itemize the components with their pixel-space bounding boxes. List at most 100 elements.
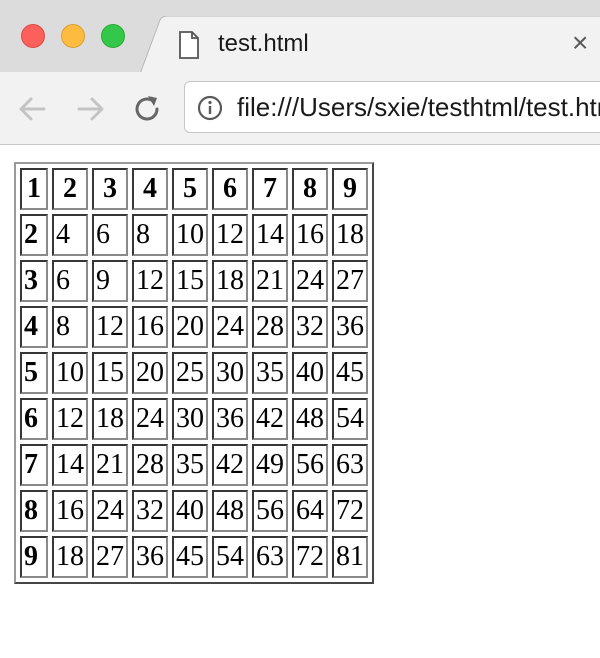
table-cell: 18	[212, 260, 248, 302]
table-cell: 20	[132, 352, 168, 394]
table-cell: 6	[52, 260, 88, 302]
table-cell: 48	[212, 490, 248, 532]
table-header-cell: 4	[20, 306, 48, 348]
table-header-cell: 5	[172, 168, 208, 210]
table-cell: 27	[92, 536, 128, 578]
table-cell: 45	[172, 536, 208, 578]
table-cell: 30	[172, 398, 208, 440]
table-cell: 16	[132, 306, 168, 348]
table-cell: 36	[332, 306, 368, 348]
table-cell: 30	[212, 352, 248, 394]
table-cell: 25	[172, 352, 208, 394]
table-cell: 48	[292, 398, 328, 440]
table-cell: 42	[252, 398, 288, 440]
table-header-cell: 9	[20, 536, 48, 578]
table-cell: 14	[252, 214, 288, 256]
table-cell: 10	[172, 214, 208, 256]
table-cell: 21	[92, 444, 128, 486]
table-header-cell: 3	[92, 168, 128, 210]
table-cell: 40	[172, 490, 208, 532]
table-cell: 32	[292, 306, 328, 348]
browser-toolbar: file:///Users/sxie/testhtml/test.html	[0, 72, 600, 145]
table-cell: 36	[212, 398, 248, 440]
table-cell: 12	[132, 260, 168, 302]
table-cell: 81	[332, 536, 368, 578]
multiplication-table: 1 2 3 4 5 6 7 8 9 2 4 6 8 10 12 14 16 18 3 6 9 12 15 18 21 24 27 4 8…	[14, 162, 374, 584]
table-row: 7 14 21 28 35 42 49 56 63	[20, 444, 368, 486]
table-header-cell: 7	[20, 444, 48, 486]
table-cell: 12	[52, 398, 88, 440]
address-bar[interactable]: file:///Users/sxie/testhtml/test.html	[184, 81, 600, 133]
table-row: 4 8 12 16 20 24 28 32 36	[20, 306, 368, 348]
table-cell: 24	[292, 260, 328, 302]
table-row: 123456789	[20, 168, 368, 210]
file-icon	[179, 31, 199, 59]
table-cell: 8	[52, 306, 88, 348]
table-cell: 54	[212, 536, 248, 578]
table-cell: 9	[92, 260, 128, 302]
table-row: 8 16 24 32 40 48 56 64 72	[20, 490, 368, 532]
table-header-cell: 7	[252, 168, 288, 210]
table-cell: 35	[252, 352, 288, 394]
table-cell: 42	[212, 444, 248, 486]
close-window-button[interactable]	[21, 24, 45, 48]
table-cell: 15	[92, 352, 128, 394]
table-cell: 18	[332, 214, 368, 256]
reload-icon[interactable]	[130, 92, 164, 126]
table-header-cell: 8	[20, 490, 48, 532]
table-cell: 4	[52, 214, 88, 256]
table-header-cell: 2	[52, 168, 88, 210]
table-cell: 56	[252, 490, 288, 532]
tab-title: test.html	[218, 30, 309, 57]
table-cell: 18	[92, 398, 128, 440]
table-cell: 54	[332, 398, 368, 440]
table-cell: 8	[132, 214, 168, 256]
table-row: 5 10 15 20 25 30 35 40 45	[20, 352, 368, 394]
table-cell: 12	[212, 214, 248, 256]
table-cell: 63	[332, 444, 368, 486]
minimize-window-button[interactable]	[61, 24, 85, 48]
table-cell: 10	[52, 352, 88, 394]
table-header-cell: 5	[20, 352, 48, 394]
table-cell: 18	[52, 536, 88, 578]
table-cell: 28	[132, 444, 168, 486]
table-cell: 24	[92, 490, 128, 532]
table-cell: 40	[292, 352, 328, 394]
table-cell: 35	[172, 444, 208, 486]
info-icon[interactable]	[197, 95, 223, 121]
table-cell: 72	[332, 490, 368, 532]
table-header-cell: 1	[20, 168, 48, 210]
table-header-cell: 4	[132, 168, 168, 210]
tab-shape	[140, 16, 600, 74]
table-cell: 63	[252, 536, 288, 578]
table-cell: 72	[292, 536, 328, 578]
table-cell: 36	[132, 536, 168, 578]
back-arrow-icon[interactable]	[16, 92, 50, 126]
table-row: 2 4 6 8 10 12 14 16 18	[20, 214, 368, 256]
url-text[interactable]: file:///Users/sxie/testhtml/test.html	[237, 92, 600, 122]
table-cell: 16	[52, 490, 88, 532]
table-row: 3 6 9 12 15 18 21 24 27	[20, 260, 368, 302]
table-cell: 21	[252, 260, 288, 302]
table-cell: 15	[172, 260, 208, 302]
tab-close-icon[interactable]: ×	[572, 28, 588, 58]
table-cell: 49	[252, 444, 288, 486]
table-row: 6 12 18 24 30 36 42 48 54	[20, 398, 368, 440]
table-cell: 45	[332, 352, 368, 394]
table-cell: 64	[292, 490, 328, 532]
table-cell: 14	[52, 444, 88, 486]
table-header-cell: 3	[20, 260, 48, 302]
table-header-cell: 2	[20, 214, 48, 256]
table-cell: 20	[172, 306, 208, 348]
table-cell: 16	[292, 214, 328, 256]
zoom-window-button[interactable]	[101, 24, 125, 48]
table-header-cell: 9	[332, 168, 368, 210]
tab-test-html[interactable]: test.html ×	[140, 16, 600, 74]
forward-arrow-icon[interactable]	[73, 92, 107, 126]
table-header-cell: 6	[212, 168, 248, 210]
table-header-cell: 8	[292, 168, 328, 210]
table-cell: 28	[252, 306, 288, 348]
table-cell: 24	[132, 398, 168, 440]
table-cell: 32	[132, 490, 168, 532]
table-cell: 12	[92, 306, 128, 348]
